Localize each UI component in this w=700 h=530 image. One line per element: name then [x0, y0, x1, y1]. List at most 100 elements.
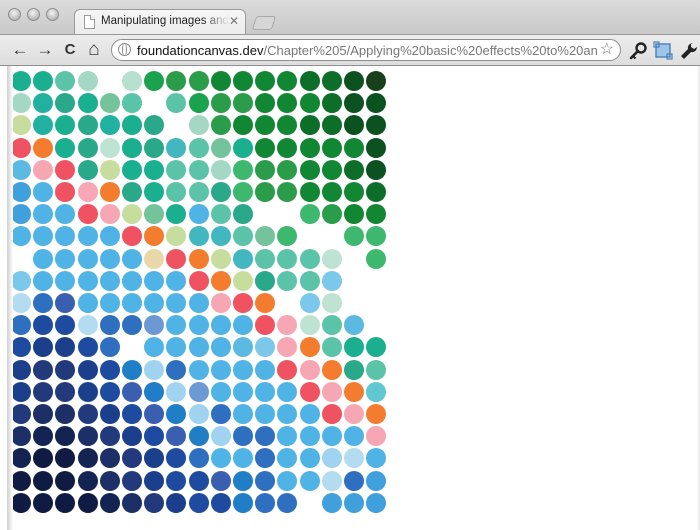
address-bar[interactable]: foundationcanvas.dev/Chapter%205/Applyin… [111, 39, 621, 61]
mosaic-dot [321, 337, 342, 358]
mosaic-dot [144, 293, 165, 313]
mosaic-dot [255, 293, 276, 313]
mosaic-dot [33, 492, 54, 513]
mosaic-dot [210, 426, 231, 447]
mosaic-dot [77, 293, 98, 313]
mosaic-dot [344, 404, 364, 424]
mosaic-dot [321, 270, 342, 291]
close-window-button[interactable] [8, 8, 21, 21]
mosaic-dot [277, 448, 298, 469]
mosaic-dot [77, 492, 98, 513]
mosaic-dot [99, 204, 120, 225]
mosaic-dot [277, 404, 298, 424]
mosaic-dot [210, 492, 231, 513]
mosaic-dot [77, 315, 98, 336]
mosaic-dot [166, 293, 187, 313]
mosaic-dot [144, 381, 165, 402]
mosaic-dot [299, 159, 320, 180]
mosaic-dot [277, 159, 298, 180]
mosaic-dot [166, 93, 187, 114]
mosaic-dot [11, 204, 31, 225]
mosaic-dot [99, 337, 120, 358]
mosaic-dot [11, 115, 31, 136]
mosaic-dot [344, 115, 364, 136]
browser-toolbar: ← → C ⌂ foundationcanvas.dev/Chapter%205… [0, 34, 700, 66]
mosaic-dot [233, 492, 253, 513]
minimize-window-button[interactable] [27, 8, 40, 21]
mosaic-dot [188, 359, 209, 380]
close-icon[interactable]: ✕ [229, 14, 239, 28]
mosaic-dot [188, 137, 209, 158]
mosaic-dot [344, 93, 364, 114]
mosaic-dot [144, 226, 165, 247]
key-icon[interactable] [627, 40, 649, 62]
mosaic-dot [33, 137, 54, 158]
reload-icon[interactable]: C [59, 39, 81, 61]
mosaic-dot [255, 248, 276, 269]
mosaic-dot [33, 293, 54, 313]
mosaic-dot [188, 337, 209, 358]
mosaic-dot [55, 226, 76, 247]
back-icon[interactable]: ← [9, 39, 31, 61]
mosaic-dot [33, 337, 54, 358]
home-icon[interactable]: ⌂ [83, 39, 105, 61]
mosaic-dot [344, 204, 364, 225]
forward-icon[interactable]: → [34, 39, 56, 61]
mosaic-dot [166, 226, 187, 247]
mosaic-dot [210, 270, 231, 291]
mosaic-dot [188, 204, 209, 225]
content-edge-shadow [7, 66, 13, 530]
mosaic-dot [11, 448, 31, 469]
mosaic-dot [33, 93, 54, 114]
mosaic-dot [99, 315, 120, 336]
mosaic-dot [277, 492, 298, 513]
mosaic-dot [233, 137, 253, 158]
mosaic-dot [122, 93, 142, 114]
mosaic-dot [366, 248, 387, 269]
mosaic-dot [299, 182, 320, 202]
browser-tab-active[interactable]: Manipulating images and vid ✕ [74, 9, 246, 35]
capture-icon[interactable] [652, 40, 674, 62]
mosaic-dot [188, 226, 209, 247]
mosaic-dot [299, 381, 320, 402]
mosaic-dot [166, 470, 187, 491]
mosaic-dot [122, 492, 142, 513]
zoom-window-button[interactable] [46, 8, 59, 21]
mosaic-dot [99, 182, 120, 202]
mosaic-dot [55, 337, 76, 358]
mosaic-dot [166, 381, 187, 402]
tab-strip: Manipulating images and vid ✕ [0, 0, 700, 35]
mosaic-dot [99, 448, 120, 469]
mosaic-dot [255, 381, 276, 402]
mosaic-dot [11, 182, 31, 202]
mosaic-dot [166, 204, 187, 225]
mosaic-dot [321, 159, 342, 180]
tab-title: Manipulating images and vid [101, 15, 229, 27]
mosaic-dot [77, 137, 98, 158]
new-tab-button[interactable] [251, 16, 277, 30]
mosaic-dot [188, 270, 209, 291]
mosaic-dot [188, 71, 209, 91]
mosaic-dot [122, 448, 142, 469]
mosaic-dot [122, 71, 142, 91]
mosaic-dot [11, 470, 31, 491]
mosaic-dot [55, 359, 76, 380]
mosaic-dot [166, 448, 187, 469]
mosaic-dot [366, 226, 387, 247]
mosaic-dot [233, 404, 253, 424]
mosaic-dot [233, 270, 253, 291]
mosaic-dot [144, 115, 165, 136]
url-text[interactable]: foundationcanvas.dev/Chapter%205/Applyin… [137, 43, 597, 59]
mosaic-dot [11, 137, 31, 158]
mosaic-dot [33, 270, 54, 291]
mosaic-dot [122, 137, 142, 158]
mosaic-dot [299, 93, 320, 114]
mosaic-dot [321, 93, 342, 114]
bookmark-star-icon[interactable]: ☆ [600, 40, 614, 60]
wrench-icon[interactable] [678, 40, 700, 62]
mosaic-dot [210, 470, 231, 491]
mosaic-dot [122, 204, 142, 225]
mosaic-dot [77, 226, 98, 247]
mosaic-dot [299, 71, 320, 91]
mosaic-dot [299, 293, 320, 313]
